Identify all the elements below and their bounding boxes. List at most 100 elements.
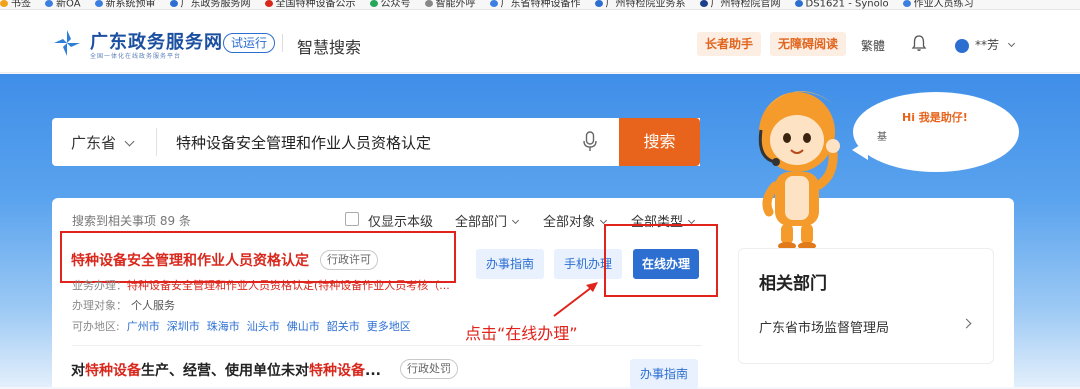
related-department-item[interactable]: 广东省市场监督管理局 <box>759 317 889 336</box>
bookmark-item[interactable]: 智能外呼 <box>424 0 476 10</box>
bookmark-label: DS1621 - Synolo <box>805 0 889 10</box>
bookmark-item[interactable]: 公众号 <box>369 0 411 10</box>
bookmark-label: 广东政务服务网 <box>180 0 251 10</box>
bookmark-label: 智能外呼 <box>435 0 476 10</box>
result-2-title-part: ... <box>365 363 381 379</box>
bell-icon[interactable] <box>911 34 927 52</box>
bookmark-icon <box>0 0 8 7</box>
bookmark-item[interactable]: 全国特种设备公示 <box>264 0 356 10</box>
bookmark-item[interactable]: 新系统预审 <box>94 0 156 10</box>
bookmark-icon <box>699 0 708 7</box>
area-link[interactable]: 佛山市 <box>287 320 320 333</box>
bookmark-item[interactable]: 广州特检院业务系 <box>594 0 686 10</box>
bookmarks-bar: 书签 新OA 新系统预审 广东政务服务网 全国特种设备公示 公众号 智能外呼 广东省特种设备作… <box>0 0 1080 10</box>
user-menu[interactable]: **芳 <box>955 36 1015 53</box>
result-2-title-part: 对 <box>71 363 85 379</box>
site-logo-icon <box>54 30 80 56</box>
area-link[interactable]: 韶关市 <box>327 320 360 333</box>
result-1-business-value: 特种设备安全管理和作业人员资格认定(特种设备作业人员考核（... <box>127 279 450 292</box>
result-1-object-value: 个人服务 <box>131 299 175 312</box>
header-divider <box>282 34 283 52</box>
beta-badge: 试运行 <box>223 33 276 53</box>
bookmark-label: 全国特种设备公示 <box>275 0 356 10</box>
result-1-areas-label: 可办地区: <box>72 320 120 333</box>
bookmark-item[interactable]: 新OA <box>45 0 81 9</box>
highlight-box-title <box>60 231 456 283</box>
result-divider <box>72 345 702 346</box>
microphone-icon[interactable] <box>581 130 599 154</box>
result-2-title-part: 生产、经营、使用单位未对 <box>141 363 309 379</box>
annotation-arrow-icon <box>553 282 598 317</box>
guide-button[interactable]: 办事指南 <box>476 249 544 279</box>
bookmark-item[interactable]: 作业人员练习 <box>902 0 974 10</box>
province-select[interactable]: 广东省 <box>71 132 135 153</box>
area-link[interactable]: 汕头市 <box>247 320 280 333</box>
bookmark-icon <box>369 0 378 7</box>
result-count: 搜索到相关事项 89 条 <box>72 214 191 228</box>
bookmark-label: 新OA <box>56 0 81 10</box>
bookmark-icon <box>902 0 911 7</box>
elder-mode-button[interactable]: 长者助手 <box>697 32 762 56</box>
bookmark-icon <box>94 0 103 7</box>
bookmark-item[interactable]: DS1621 - Synolo <box>794 0 889 10</box>
bookmark-item[interactable]: 广州特检院官网 <box>699 0 781 10</box>
filter-department-label: 全部部门 <box>455 215 508 230</box>
area-link[interactable]: 珠海市 <box>207 320 240 333</box>
filter-object-label: 全部对象 <box>543 215 596 230</box>
chevron-down-icon <box>511 216 520 225</box>
area-link[interactable]: 广州市 <box>127 320 160 333</box>
bookmark-label: 作业人员练习 <box>913 0 974 10</box>
bookmark-icon <box>489 0 498 7</box>
area-link[interactable]: 更多地区 <box>367 320 411 333</box>
bookmark-label: 公众号 <box>380 0 411 10</box>
bookmark-label: 广州特检院业务系 <box>605 0 686 10</box>
search-divider <box>156 128 157 156</box>
bookmark-icon <box>169 0 178 7</box>
area-link[interactable]: 深圳市 <box>167 320 200 333</box>
result-2-tag: 行政处罚 <box>400 359 458 379</box>
bookmark-icon <box>264 0 273 7</box>
accessible-read-button[interactable]: 无障碍阅读 <box>770 32 847 56</box>
result-2-title[interactable]: 对特种设备生产、经营、使用单位未对特种设备... <box>71 360 381 380</box>
assistant-mascot-icon[interactable] <box>735 80 853 250</box>
bookmark-label: 广州特检院官网 <box>710 0 781 10</box>
user-avatar-icon <box>955 38 969 53</box>
filter-department[interactable]: 全部部门 <box>455 211 520 230</box>
only-province-label[interactable]: 仅显示本级 <box>368 211 433 230</box>
bookmark-label: 新系统预审 <box>105 0 156 10</box>
bookmark-icon <box>45 0 53 7</box>
result-1-object: 办理对象： 个人服务 <box>72 297 175 313</box>
result-1-business-label: 业务办理： <box>72 279 127 292</box>
bookmark-item[interactable]: 广东省特种设备作 <box>489 0 581 10</box>
bookmark-label: 广东省特种设备作 <box>500 0 581 10</box>
result-1-business: 业务办理：特种设备安全管理和作业人员资格认定(特种设备作业人员考核（... <box>72 277 450 293</box>
result-1-areas: 可办地区: 广州市 深圳市 珠海市 汕头市 佛山市 韶关市 更多地区 <box>72 318 411 334</box>
only-province-checkbox[interactable] <box>345 212 359 226</box>
bookmark-item[interactable]: 广东政务服务网 <box>169 0 251 10</box>
bookmark-label: 书签 <box>11 0 31 10</box>
filter-object[interactable]: 全部对象 <box>543 211 608 230</box>
site-subtitle: 全国一体化在线政务服务平台 <box>90 53 182 60</box>
section-title: 智慧搜索 <box>297 38 362 57</box>
result-2-title-highlight: 特种设备 <box>309 363 365 379</box>
traditional-chinese-link[interactable]: 繁體 <box>861 37 885 54</box>
related-departments-card <box>738 248 994 364</box>
guide-button-2[interactable]: 办事指南 <box>630 359 698 389</box>
chevron-down-icon <box>1007 39 1015 48</box>
related-departments-heading: 相关部门 <box>759 274 827 294</box>
chevron-down-icon <box>687 216 696 225</box>
bookmark-icon <box>424 0 433 7</box>
result-1-object-label: 办理对象： <box>72 299 127 312</box>
chevron-down-icon <box>124 136 135 147</box>
search-button[interactable]: 搜索 <box>619 118 700 166</box>
search-input[interactable]: 特种设备安全管理和作业人员资格认定 <box>176 132 431 153</box>
bookmark-icon <box>794 0 803 7</box>
site-header: 广东政务服务网 全国一体化在线政务服务平台 试运行 智慧搜索 长者助手 无障碍阅… <box>0 10 1080 73</box>
user-name: **芳 <box>975 38 1000 52</box>
assistant-greeting: Hi 我是助仔! <box>902 111 968 124</box>
assistant-bubble-tail <box>852 140 868 160</box>
bookmark-item[interactable]: 书签 <box>0 0 31 9</box>
highlight-box-online <box>604 224 718 297</box>
bookmark-icon <box>594 0 603 7</box>
result-2-title-highlight: 特种设备 <box>85 363 141 379</box>
